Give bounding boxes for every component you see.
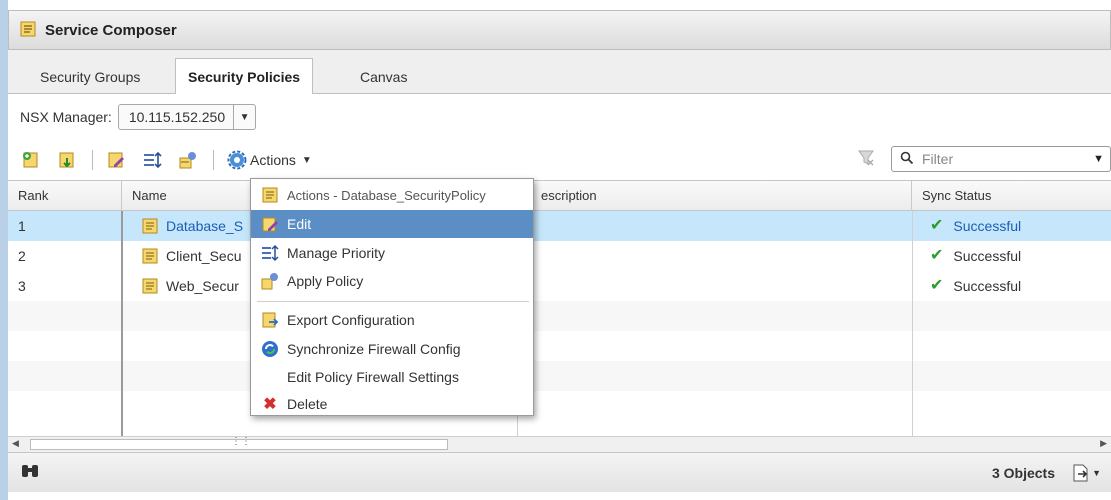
table-row[interactable]: 1 Database_S ✔ Successful <box>8 211 1111 241</box>
apply-policy-icon[interactable] <box>177 149 199 171</box>
toolbar: Actions ▼ Filter ▼ <box>8 140 1111 180</box>
menu-item-synchronize-firewall-config[interactable]: Synchronize Firewall Config <box>251 335 533 363</box>
tab-canvas[interactable]: Canvas <box>348 60 419 94</box>
menu-item-apply-policy[interactable]: Apply Policy <box>251 267 533 295</box>
title-bar: Service Composer <box>8 10 1111 50</box>
policy-icon <box>142 278 158 294</box>
rank-cell: 1 <box>18 218 26 234</box>
toolbar-separator <box>92 150 93 170</box>
rank-cell: 3 <box>18 278 26 294</box>
toolbar-separator <box>213 150 214 170</box>
name-cell[interactable]: Client_Secu <box>132 241 242 271</box>
name-cell[interactable]: Database_S <box>132 211 243 241</box>
gear-icon <box>226 149 248 171</box>
objects-count: 3 Objects <box>991 464 1055 481</box>
empty-row <box>8 331 1111 361</box>
menu-item-edit[interactable]: Edit <box>251 210 533 238</box>
grip-icon: ⋮⋮ <box>231 436 251 447</box>
sync-status-cell: ✔ Successful <box>920 211 1021 241</box>
edit-policy-icon[interactable] <box>105 149 127 171</box>
empty-row <box>8 301 1111 331</box>
table-header: Rank Name escription Sync Status <box>8 181 1111 211</box>
table-footer: 3 Objects ▼ <box>8 452 1111 492</box>
tab-security-policies[interactable]: Security Policies <box>175 58 314 95</box>
import-policy-icon[interactable] <box>56 149 78 171</box>
chevron-down-icon: ▼ <box>1092 467 1101 478</box>
empty-row <box>8 361 1111 391</box>
chevron-down-icon[interactable]: ▼ <box>1093 153 1104 165</box>
sync-status-cell: ✔ Successful <box>920 241 1021 271</box>
column-header-description[interactable]: escription <box>517 181 912 211</box>
menu-item-export-configuration[interactable]: Export Configuration <box>251 306 533 334</box>
scroll-right-icon[interactable]: ▶ <box>1100 438 1107 449</box>
name-cell[interactable]: Web_Secur <box>132 271 239 301</box>
priority-icon[interactable] <box>141 149 163 171</box>
edit-icon <box>259 213 281 235</box>
clear-filter-icon[interactable] <box>857 149 875 170</box>
add-policy-icon[interactable] <box>20 149 42 171</box>
filter-input[interactable]: Filter ▼ <box>891 146 1111 172</box>
nsx-manager-row: NSX Manager: 10.115.152.250 ▼ <box>8 94 1111 140</box>
policy-icon <box>142 218 158 234</box>
column-header-sync-status[interactable]: Sync Status <box>912 181 1111 211</box>
filter-area: Filter ▼ <box>857 146 1111 172</box>
table-row[interactable]: 3 Web_Secur ✔ Successful <box>8 271 1111 301</box>
scroll-left-icon[interactable]: ◀ <box>12 438 19 449</box>
nsx-manager-select[interactable]: 10.115.152.250 ▼ <box>117 104 257 130</box>
actions-label: Actions <box>250 152 296 168</box>
checkmark-icon: ✔ <box>930 277 944 294</box>
scroll-thumb[interactable]: ⋮⋮ <box>30 436 448 450</box>
filter-placeholder: Filter <box>922 151 954 167</box>
blank-icon <box>259 366 281 388</box>
menu-separator <box>257 301 529 302</box>
priority-icon <box>259 242 281 264</box>
horizontal-scrollbar[interactable]: ◀ ⋮⋮ ▶ <box>8 436 1111 452</box>
search-icon <box>900 151 914 168</box>
delete-icon: ✖ <box>263 396 277 413</box>
menu-header: Actions - Database_SecurityPolicy <box>251 181 533 209</box>
apply-policy-icon <box>259 270 281 292</box>
policies-table: Rank Name escription Sync Status 1 Datab… <box>8 180 1111 437</box>
table-row[interactable]: 2 Client_Secu ✔ Successful <box>8 241 1111 271</box>
empty-row <box>8 391 1111 421</box>
checkmark-icon: ✔ <box>930 247 944 264</box>
menu-item-delete[interactable]: ✖ Delete <box>251 390 533 418</box>
sync-status-cell: ✔ Successful <box>920 271 1021 301</box>
nsx-manager-value: 10.115.152.250 <box>128 109 226 125</box>
sync-icon <box>259 338 281 360</box>
chevron-down-icon[interactable]: ▼ <box>233 105 255 129</box>
nsx-manager-label: NSX Manager: <box>20 109 112 125</box>
menu-item-manage-priority[interactable]: Manage Priority <box>251 239 533 267</box>
policy-icon <box>19 20 37 41</box>
rank-cell: 2 <box>18 248 26 264</box>
window-title: Service Composer <box>45 21 177 39</box>
column-divider <box>912 211 913 437</box>
actions-context-menu: Actions - Database_SecurityPolicy Edit M… <box>250 178 534 416</box>
export-icon <box>259 309 281 331</box>
menu-item-edit-policy-firewall-settings[interactable]: Edit Policy Firewall Settings <box>251 363 533 391</box>
binoculars-icon[interactable] <box>20 462 40 483</box>
policy-icon <box>259 184 281 206</box>
column-header-rank[interactable]: Rank <box>8 181 122 211</box>
export-icon[interactable]: ▼ <box>1071 463 1101 483</box>
policy-icon <box>142 248 158 264</box>
column-divider <box>121 211 123 437</box>
chevron-down-icon: ▼ <box>301 154 312 166</box>
tab-bar: Security Groups Security Policies Canvas <box>8 50 1111 95</box>
actions-button[interactable]: Actions ▼ <box>226 149 312 171</box>
checkmark-icon: ✔ <box>930 217 944 234</box>
tab-security-groups[interactable]: Security Groups <box>28 60 152 94</box>
